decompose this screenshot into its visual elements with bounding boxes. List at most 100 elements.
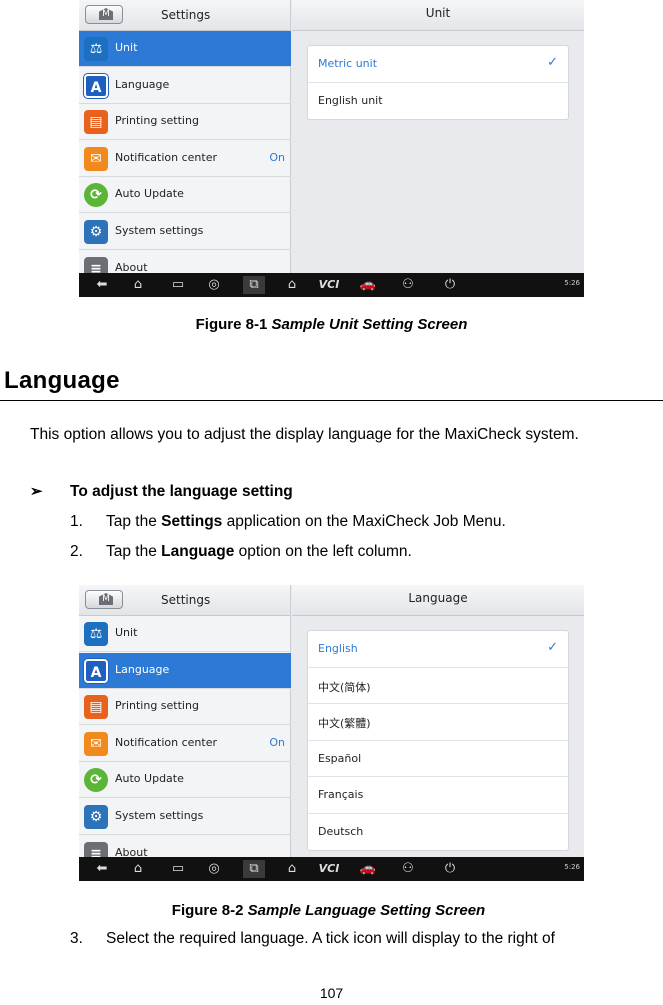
arrow-bullet-icon: ➢ [30,483,43,500]
option-label: English [318,642,358,655]
settings-menu-pane: M Settings ⚖ Unit A Language ▤ Printing setting… [79,0,291,287]
settings-item-6[interactable]: ⚙ System settings [79,214,291,250]
language-icon: A [84,73,108,98]
gear-icon: ⚙ [84,220,108,244]
caption-title: Sample Language Setting Screen [247,902,486,919]
settings-item-label: Auto Update [115,772,184,786]
option-row[interactable]: 中文(繁體) [308,704,568,741]
option-label: 中文(简体) [318,680,371,694]
settings-item-5[interactable]: ⟳ Auto Update [79,177,291,214]
settings-item-4[interactable]: ✉ Notification center On [79,141,291,177]
settings-item-label: Auto Update [115,187,184,201]
settings-item-label: Unit [115,41,138,54]
envelope-icon: ✉ [84,146,108,171]
caption-title: Sample Unit Setting Screen [271,316,468,333]
settings-item-value: On [269,735,285,749]
option-row[interactable]: English unit [308,83,568,120]
screenshot-icon[interactable]: ⧉ [243,860,265,878]
settings-item-label: Notification center [115,735,218,749]
section-heading: Language [4,367,120,394]
option-row[interactable]: Español [308,741,568,777]
option-row[interactable]: English ✓ [308,631,568,668]
car-icon[interactable]: 🚗 [357,860,379,878]
settings-item-value: On [269,150,285,164]
settings-item-label: System settings [115,224,204,237]
procedure-heading: ➢ To adjust the language setting [30,482,293,501]
check-icon: ✓ [547,55,558,70]
settings-item-3[interactable]: ▤ Printing setting [79,104,291,141]
printer-icon: ▤ [84,695,108,720]
power-icon[interactable]: ⏻ [439,276,461,294]
remote-icon[interactable]: ⚇ [397,276,419,294]
settings-item-1[interactable]: ⚖ Unit [79,616,291,652]
option-label: 中文(繁體) [318,717,371,730]
figure-8-1-screenshot: M Settings ⚖ Unit A Language ▤ Printing setting… [79,0,584,297]
settings-item-2[interactable]: A Language [79,68,291,104]
settings-item-5[interactable]: ⟳ Auto Update [79,762,291,799]
settings-item-2[interactable]: A Language [79,652,291,689]
detail-title: Unit [425,6,451,20]
back-icon[interactable]: ⬅ [91,276,113,294]
settings-item-1[interactable]: ⚖ Unit [79,31,291,67]
printer-icon: ▤ [84,110,108,135]
screenshot-icon[interactable]: ⧉ [243,276,265,294]
unit-icon: ⚖ [84,37,108,61]
step-number: 1. [70,513,83,530]
power-icon[interactable]: ⏻ [439,860,461,878]
option-row[interactable]: Metric unit ✓ [308,46,568,83]
figure-8-2-screenshot: M Settings ⚖ Unit A Language ▤ Printing setting… [79,585,584,881]
option-row[interactable]: Français [308,777,568,814]
home-button[interactable]: M [85,590,123,609]
home-icon[interactable]: ⌂ [127,860,149,878]
home-button[interactable]: M [85,5,123,24]
caption-prefix: Figure 8-2 [171,902,244,919]
procedure-heading-text: To adjust the language setting [70,483,293,500]
envelope-icon: ✉ [84,731,108,756]
settings-item-label: About [115,260,148,274]
browser-icon[interactable]: ◎ [203,860,225,878]
gear-icon: ⚙ [84,805,108,829]
settings-item-4[interactable]: ✉ Notification center On [79,726,291,762]
detail-title: Language [408,591,468,605]
option-row[interactable]: Deutsch [308,814,568,851]
step-text: Tap the Settings application on the Maxi… [106,513,506,530]
home-icon: M [99,8,113,20]
settings-item-6[interactable]: ⚙ System settings [79,799,291,835]
maxi-home-icon[interactable]: ⌂ [281,276,303,294]
vcl-icon[interactable]: VCI [315,276,343,294]
settings-item-label: System settings [115,809,204,822]
update-icon: ⟳ [84,768,108,793]
settings-header: M Settings [79,0,290,31]
car-icon[interactable]: 🚗 [357,276,379,294]
back-icon[interactable]: ⬅ [91,860,113,878]
settings-item-label: Notification center [115,150,218,164]
figure-8-2-caption: Figure 8-2 Sample Language Setting Scree… [0,902,663,919]
browser-icon[interactable]: ◎ [203,276,225,294]
detail-pane: Unit Metric unit ✓ English unit [292,0,584,273]
home-icon: M [99,593,113,605]
settings-item-label: Printing setting [115,699,199,713]
language-icon: A [84,658,108,683]
options-list: English ✓ 中文(简体) 中文(繁體) Español Français Deuts… [307,630,569,851]
home-icon[interactable]: ⌂ [127,276,149,294]
maxi-home-icon[interactable]: ⌂ [281,860,303,878]
step-number: 3. [70,930,83,947]
settings-title: Settings [161,593,211,607]
settings-header: M Settings [79,585,290,616]
status-clock: 5:26 [564,279,580,287]
option-row[interactable]: 中文(简体) [308,668,568,704]
settings-item-3[interactable]: ▤ Printing setting [79,689,291,726]
settings-item-label: Printing setting [115,114,199,128]
settings-item-label: Language [115,662,170,676]
intro-paragraph: This option allows you to adjust the dis… [30,426,579,443]
status-clock: 5:26 [564,863,580,871]
settings-title: Settings [161,8,211,22]
vcl-icon[interactable]: VCI [315,860,343,878]
navigation-bar: ⬅ ⌂ ▭ ◎ ⧉ ⌂ VCI 🚗 ⚇ ⏻ 5:26 [79,857,584,881]
recent-apps-icon[interactable]: ▭ [167,860,189,878]
heading-rule [0,400,663,401]
caption-prefix: Figure 8-1 [195,316,268,333]
settings-menu-pane: M Settings ⚖ Unit A Language ▤ Printing setting… [79,585,291,872]
remote-icon[interactable]: ⚇ [397,860,419,878]
recent-apps-icon[interactable]: ▭ [167,276,189,294]
